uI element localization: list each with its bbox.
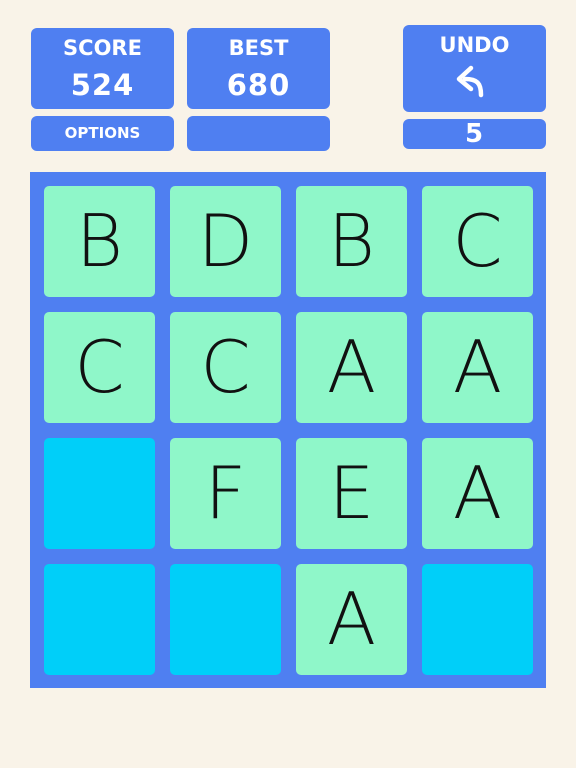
undo-label: UNDO [439,33,510,57]
tile: A [422,312,533,423]
score-panel: SCORE 524 [31,28,174,109]
options-button[interactable]: OPTIONS [31,116,174,151]
tile: D [170,186,281,297]
tile: C [422,186,533,297]
tile: A [422,438,533,549]
best-value: 680 [226,68,291,102]
undo-count: 5 [464,119,485,149]
tile: F [170,438,281,549]
empty-tile [44,564,155,675]
tile: B [44,186,155,297]
best-panel: BEST 680 [187,28,330,109]
tile: E [296,438,407,549]
empty-tile [44,438,155,549]
options-label: OPTIONS [64,124,141,142]
undo-count-panel: 5 [403,119,546,149]
tile: A [296,564,407,675]
tile: A [296,312,407,423]
empty-tile [170,564,281,675]
score-label: SCORE [63,36,142,60]
score-value: 524 [70,68,135,102]
tile: C [44,312,155,423]
tile: C [170,312,281,423]
empty-tile [422,564,533,675]
blank-button[interactable] [187,116,330,151]
undo-arrow-icon [456,65,483,98]
tile: B [296,186,407,297]
undo-button[interactable]: UNDO [403,25,546,112]
game-board[interactable]: BDBCCCAAFEAA [30,172,546,688]
best-label: BEST [228,36,289,60]
